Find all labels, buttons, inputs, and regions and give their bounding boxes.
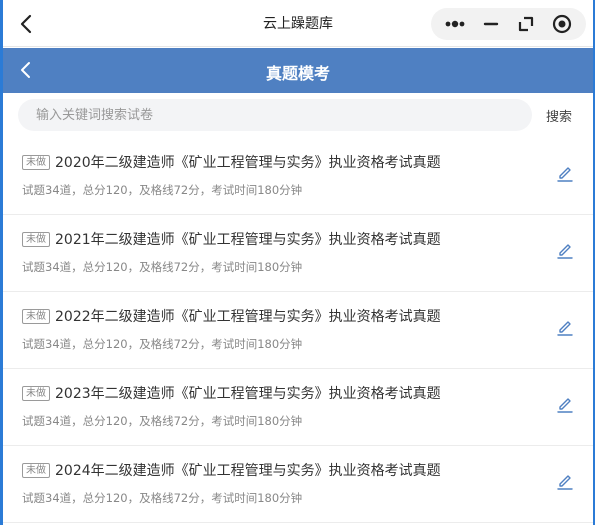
restore-icon <box>519 16 534 32</box>
status-badge: 未做 <box>22 385 50 401</box>
edit-button[interactable] <box>555 241 575 261</box>
exam-title: 2022年二级建造师《矿业工程管理与实务》执业资格考试真题 <box>55 309 441 325</box>
pencil-icon <box>557 475 573 490</box>
exam-title: 2024年二级建造师《矿业工程管理与实务》执业资格考试真题 <box>55 463 441 479</box>
more-button[interactable] <box>441 10 469 38</box>
status-badge: 未做 <box>22 154 50 170</box>
exam-meta: 试题34道，总分120，及格线72分，考试时间180分钟 <box>22 491 303 505</box>
exam-item[interactable]: 未做 2022年二级建造师《矿业工程管理与实务》执业资格考试真题 试题34道，总… <box>3 292 593 369</box>
exam-meta: 试题34道，总分120，及格线72分，考试时间180分钟 <box>22 414 303 428</box>
page-header: 真题模考 <box>3 48 593 93</box>
pencil-icon <box>557 244 573 259</box>
exam-title: 2021年二级建造师《矿业工程管理与实务》执业资格考试真题 <box>55 232 441 248</box>
edit-button[interactable] <box>555 472 575 492</box>
exam-title: 2023年二级建造师《矿业工程管理与实务》执业资格考试真题 <box>55 386 441 402</box>
capsule-menu <box>431 8 586 40</box>
pencil-icon <box>557 321 573 336</box>
exam-meta: 试题34道，总分120，及格线72分，考试时间180分钟 <box>22 183 303 197</box>
pencil-icon <box>557 167 573 182</box>
edit-button[interactable] <box>555 395 575 415</box>
target-close-icon <box>553 14 572 34</box>
exam-item[interactable]: 未做 2020年二级建造师《矿业工程管理与实务》执业资格考试真题 试题34道，总… <box>3 138 593 215</box>
edit-button[interactable] <box>555 318 575 338</box>
minimize-button[interactable] <box>477 10 505 38</box>
edit-button[interactable] <box>555 164 575 184</box>
restore-button[interactable] <box>512 10 540 38</box>
minimize-icon <box>483 22 498 26</box>
exam-item[interactable]: 未做 2021年二级建造师《矿业工程管理与实务》执业资格考试真题 试题34道，总… <box>3 215 593 292</box>
search-input[interactable] <box>18 99 532 131</box>
more-dots-icon <box>445 20 465 28</box>
exam-title-row: 未做 2022年二级建造师《矿业工程管理与实务》执业资格考试真题 <box>22 306 441 326</box>
exam-title: 2020年二级建造师《矿业工程管理与实务》执业资格考试真题 <box>55 155 441 171</box>
pencil-icon <box>557 398 573 413</box>
exam-list: 未做 2020年二级建造师《矿业工程管理与实务》执业资格考试真题 试题34道，总… <box>3 138 593 523</box>
exam-title-row: 未做 2024年二级建造师《矿业工程管理与实务》执业资格考试真题 <box>22 460 441 480</box>
status-badge: 未做 <box>22 308 50 324</box>
close-button[interactable] <box>548 10 576 38</box>
exam-title-row: 未做 2021年二级建造师《矿业工程管理与实务》执业资格考试真题 <box>22 229 441 249</box>
status-badge: 未做 <box>22 462 50 478</box>
mini-program-titlebar: 云上躁题库 <box>3 0 593 47</box>
exam-meta: 试题34道，总分120，及格线72分，考试时间180分钟 <box>22 337 303 351</box>
exam-meta: 试题34道，总分120，及格线72分，考试时间180分钟 <box>22 260 303 274</box>
exam-title-row: 未做 2023年二级建造师《矿业工程管理与实务》执业资格考试真题 <box>22 383 441 403</box>
search-button[interactable]: 搜索 <box>546 106 572 125</box>
exam-item[interactable]: 未做 2023年二级建造师《矿业工程管理与实务》执业资格考试真题 试题34道，总… <box>3 369 593 446</box>
search-bar: 搜索 <box>3 93 593 138</box>
exam-item[interactable]: 未做 2024年二级建造师《矿业工程管理与实务》执业资格考试真题 试题34道，总… <box>3 446 593 523</box>
page-title: 真题模考 <box>265 64 330 83</box>
exam-title-row: 未做 2020年二级建造师《矿业工程管理与实务》执业资格考试真题 <box>22 152 441 172</box>
status-badge: 未做 <box>22 231 50 247</box>
